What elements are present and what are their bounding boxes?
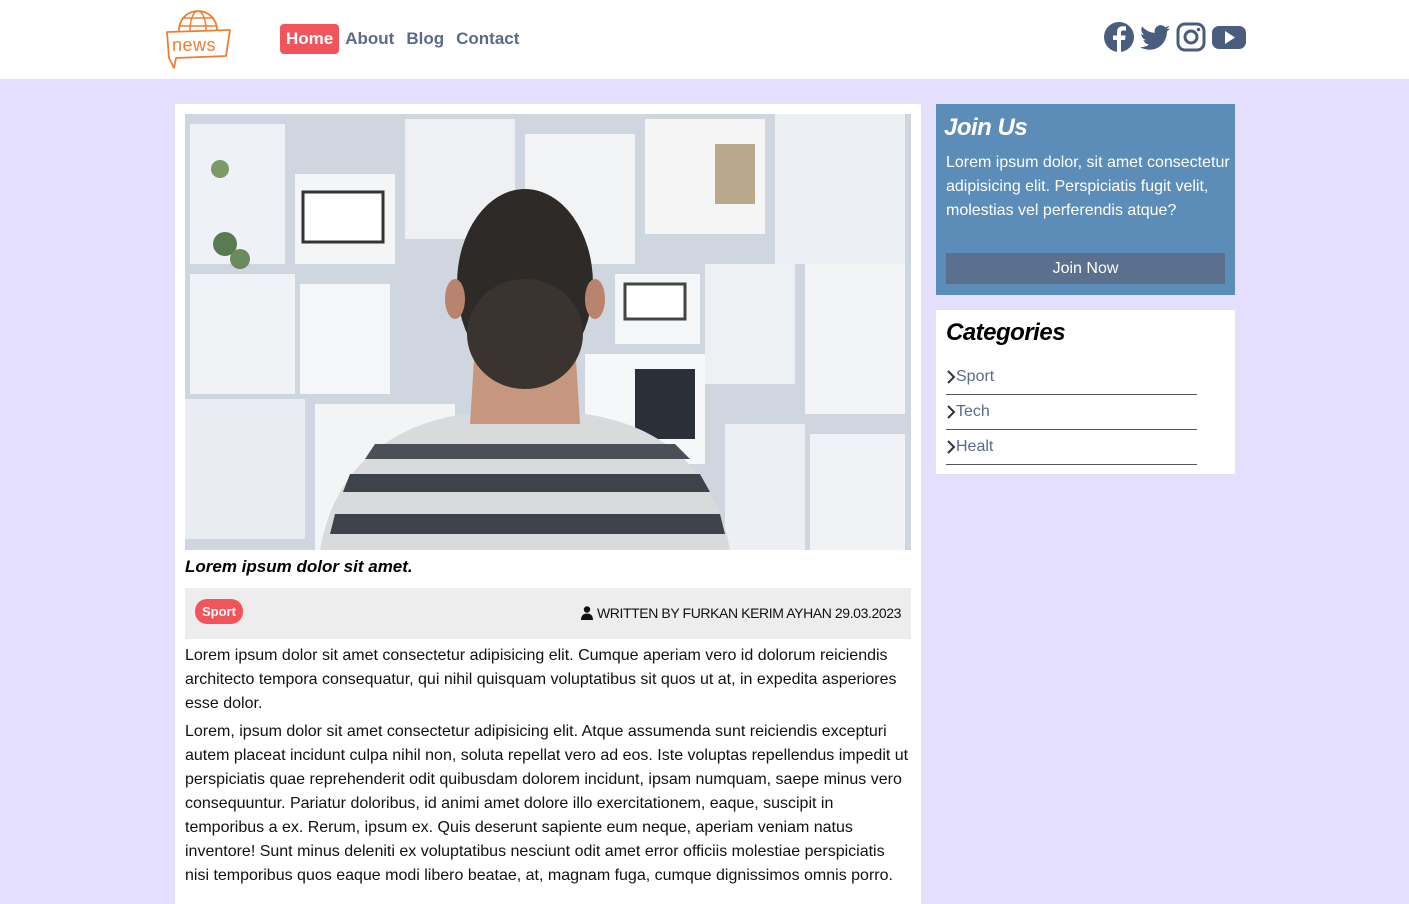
nav-contact[interactable]: Contact	[450, 24, 525, 54]
category-badge[interactable]: Sport	[195, 599, 243, 624]
byline-text: WRITTEN BY FURKAN KERIM AYHAN 29.03.2023	[596, 605, 901, 621]
byline: WRITTEN BY FURKAN KERIM AYHAN 29.03.2023	[580, 605, 901, 621]
join-title: Join Us	[944, 114, 1028, 141]
article-title: Lorem ipsum dolor sit amet.	[185, 557, 413, 576]
main-nav: Home About Blog Contact	[280, 24, 525, 54]
category-label: Sport	[956, 368, 995, 385]
hero-photo	[185, 114, 911, 550]
article-meta-bar: Sport WRITTEN BY FURKAN KERIM AYHAN 29.0…	[185, 588, 911, 639]
user-icon	[580, 606, 593, 620]
chevron-right-icon	[947, 370, 956, 384]
join-us-widget: Join Us Lorem ipsum dolor, sit amet cons…	[936, 104, 1235, 295]
nav-blog[interactable]: Blog	[400, 24, 450, 54]
category-item-tech[interactable]: Tech	[946, 395, 1197, 430]
facebook-icon[interactable]	[1103, 21, 1135, 53]
category-label: Healt	[956, 438, 994, 455]
category-label: Tech	[956, 403, 990, 420]
logo-text: news	[172, 35, 217, 55]
social-links	[1103, 21, 1246, 53]
categories-title: Categories	[946, 319, 1066, 346]
category-list: Sport Tech Healt	[946, 360, 1197, 465]
article-hero-image	[185, 114, 911, 550]
article-paragraph-2: Lorem, ipsum dolor sit amet consectetur …	[185, 723, 909, 884]
youtube-icon[interactable]	[1211, 21, 1246, 53]
article-card: Lorem ipsum dolor sit amet. Sport WRITTE…	[175, 104, 921, 904]
twitter-icon[interactable]	[1139, 21, 1171, 53]
categories-widget: Categories Sport Tech Healt	[936, 310, 1235, 474]
instagram-icon[interactable]	[1175, 21, 1207, 53]
nav-home[interactable]: Home	[280, 24, 340, 54]
join-now-button[interactable]: Join Now	[946, 253, 1225, 284]
article-paragraph-1: Lorem ipsum dolor sit amet consectetur a…	[185, 647, 897, 712]
nav-about[interactable]: About	[339, 24, 400, 54]
category-item-healt[interactable]: Healt	[946, 430, 1197, 465]
chevron-right-icon	[947, 440, 956, 454]
site-header: news Home About Blog Contact	[0, 0, 1409, 79]
news-logo[interactable]: news	[164, 8, 232, 70]
join-text: Lorem ipsum dolor, sit amet consectetur …	[946, 154, 1230, 219]
chevron-right-icon	[947, 405, 956, 419]
category-item-sport[interactable]: Sport	[946, 360, 1197, 395]
